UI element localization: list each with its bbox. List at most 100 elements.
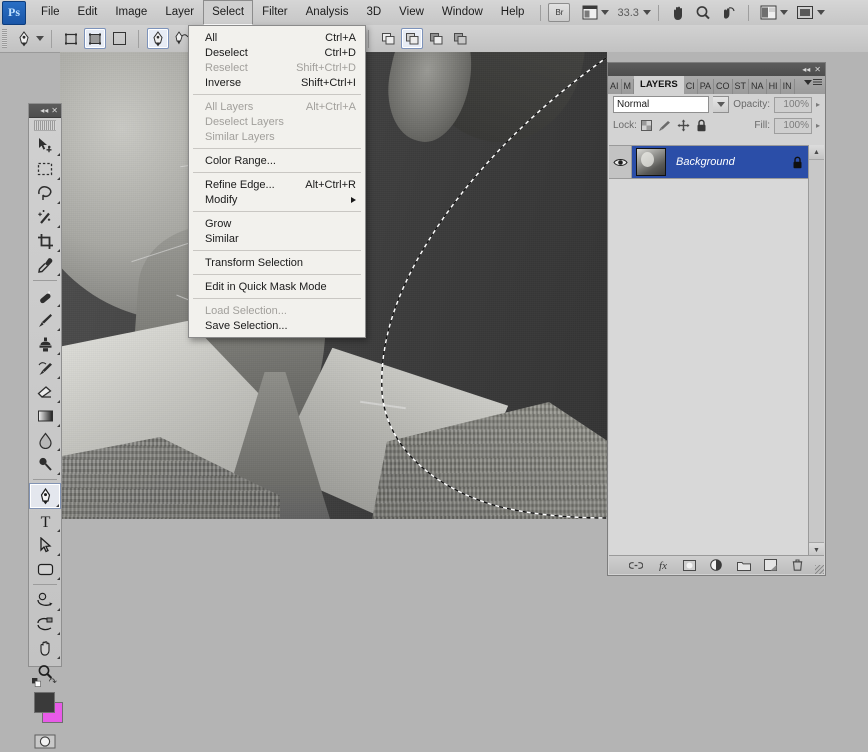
tools-panel-header[interactable]: ◂◂ ✕ [29, 104, 61, 118]
arrange-caret-icon[interactable] [780, 10, 788, 15]
move-tool[interactable] [29, 133, 61, 157]
blend-mode-select[interactable]: Normal [613, 96, 709, 113]
foreground-color-swatch[interactable] [34, 692, 55, 713]
screen-mode-selector-icon[interactable] [792, 5, 829, 20]
fill-pixels-button[interactable] [108, 28, 130, 49]
zoom-icon[interactable] [691, 5, 716, 21]
tab-adjustments[interactable]: AI [608, 79, 622, 94]
lock-transparent-pixels-icon[interactable] [641, 120, 652, 131]
lock-image-pixels-icon[interactable] [658, 120, 671, 131]
blend-mode-dropdown-arrow-icon[interactable] [713, 96, 729, 113]
brush-tool[interactable] [29, 308, 61, 332]
opacity-value[interactable]: 100% [774, 97, 812, 113]
layer-thumbnail[interactable] [636, 148, 666, 176]
screen-mode-icon[interactable] [578, 5, 613, 20]
pen-tool-flyout-icon[interactable] [56, 504, 59, 507]
layers-panel-header[interactable]: ◂◂ ✕ [608, 63, 825, 76]
new-adjustment-layer-icon[interactable] [710, 558, 724, 572]
eyedropper-tool[interactable] [29, 253, 61, 277]
eyedropper-tool-flyout-icon[interactable] [57, 273, 60, 276]
magic-wand-tool[interactable] [29, 205, 61, 229]
menu-item-help[interactable]: Help [492, 0, 534, 25]
add-layer-mask-icon[interactable] [683, 558, 697, 572]
layer-row-background[interactable]: Background [609, 146, 809, 179]
layers-scrollbar[interactable]: ▲ ▼ [808, 145, 824, 557]
new-group-icon[interactable] [737, 558, 751, 572]
tab-navigator[interactable]: NA [749, 79, 767, 94]
magic-wand-tool-flyout-icon[interactable] [57, 225, 60, 228]
hand-icon[interactable] [666, 5, 691, 21]
zoom-level-caret-icon[interactable] [643, 10, 651, 15]
eraser-tool-flyout-icon[interactable] [57, 400, 60, 403]
3d-orbit-flyout-icon[interactable] [57, 632, 60, 635]
tab-paths[interactable]: PA [698, 79, 714, 94]
3d-rotate-flyout-icon[interactable] [57, 608, 60, 611]
screen-mode-caret-icon[interactable] [601, 10, 609, 15]
rectangle-tool[interactable] [29, 557, 61, 581]
3d-orbit-tool[interactable] [29, 612, 61, 636]
history-brush-tool[interactable] [29, 356, 61, 380]
scroll-up-button[interactable]: ▲ [809, 145, 824, 160]
menu-item-edit[interactable]: Edit [69, 0, 107, 25]
tab-styles[interactable]: ST [733, 79, 750, 94]
screen-mode-selector-caret-icon[interactable] [817, 10, 825, 15]
menu-item-image[interactable]: Image [106, 0, 156, 25]
menu-option-modify[interactable]: Modify [189, 192, 365, 207]
3d-rotate-tool[interactable] [29, 588, 61, 612]
panel-resize-grip[interactable] [815, 565, 824, 574]
menu-option-deselect[interactable]: Deselect Ctrl+D [189, 45, 365, 60]
lasso-tool-flyout-icon[interactable] [57, 201, 60, 204]
clone-stamp-tool[interactable] [29, 332, 61, 356]
current-tool-icon[interactable] [13, 28, 35, 49]
rectangular-marquee-tool[interactable] [29, 157, 61, 181]
delete-layer-icon[interactable] [791, 558, 805, 572]
crop-tool-flyout-icon[interactable] [57, 249, 60, 252]
gradient-tool[interactable] [29, 404, 61, 428]
new-layer-icon[interactable] [764, 558, 778, 572]
menu-item-window[interactable]: Window [433, 0, 492, 25]
options-bar-grip[interactable] [2, 29, 7, 48]
lock-position-icon[interactable] [677, 119, 690, 132]
tab-masks[interactable]: M [622, 79, 635, 94]
paths-button[interactable] [84, 28, 106, 49]
fill-slider-arrow-icon[interactable]: ▸ [816, 121, 820, 130]
menu-option-color-range[interactable]: Color Range... [189, 153, 365, 168]
dodge-tool-flyout-icon[interactable] [57, 472, 60, 475]
pen-tool-button[interactable] [147, 28, 169, 49]
blur-tool[interactable] [29, 428, 61, 452]
opacity-slider-arrow-icon[interactable]: ▸ [816, 100, 820, 109]
link-layers-icon[interactable] [629, 558, 643, 572]
add-layer-style-icon[interactable]: fx [656, 558, 670, 572]
lock-all-icon[interactable] [696, 119, 707, 132]
menu-option-all[interactable]: All Ctrl+A [189, 30, 365, 45]
pen-tool[interactable] [29, 483, 61, 509]
menu-item-3d[interactable]: 3D [357, 0, 390, 25]
arrange-documents-icon[interactable] [756, 5, 792, 20]
clone-stamp-flyout-icon[interactable] [57, 352, 60, 355]
menu-option-grow[interactable]: Grow [189, 216, 365, 231]
menu-option-transform-selection[interactable]: Transform Selection [189, 255, 365, 270]
path-selection-tool[interactable] [29, 533, 61, 557]
panel-menu-button[interactable] [804, 79, 822, 86]
dodge-tool[interactable] [29, 452, 61, 476]
marquee-tool-flyout-icon[interactable] [57, 177, 60, 180]
lasso-tool[interactable] [29, 181, 61, 205]
default-colors-icon[interactable] [32, 678, 41, 687]
menu-item-layer[interactable]: Layer [156, 0, 203, 25]
tab-color[interactable]: CO [714, 79, 733, 94]
menu-item-file[interactable]: File [32, 0, 69, 25]
healing-brush-flyout-icon[interactable] [57, 304, 60, 307]
layers-list[interactable]: Background [609, 145, 809, 558]
exclude-overlapping-path-areas-button[interactable] [449, 28, 471, 49]
fill-value[interactable]: 100% [774, 118, 812, 134]
tab-layers[interactable]: LAYERS [634, 76, 684, 94]
crop-tool[interactable] [29, 229, 61, 253]
layers-close-button[interactable]: ✕ [814, 66, 821, 74]
bridge-icon[interactable]: Br [548, 3, 570, 22]
hand-tool-flyout-icon[interactable] [57, 656, 60, 659]
layers-collapse-button[interactable]: ◂◂ [802, 66, 810, 74]
menu-item-filter[interactable]: Filter [253, 0, 297, 25]
eraser-tool[interactable] [29, 380, 61, 404]
tools-panel-grip[interactable] [34, 120, 56, 131]
move-tool-flyout-icon[interactable] [57, 153, 60, 156]
